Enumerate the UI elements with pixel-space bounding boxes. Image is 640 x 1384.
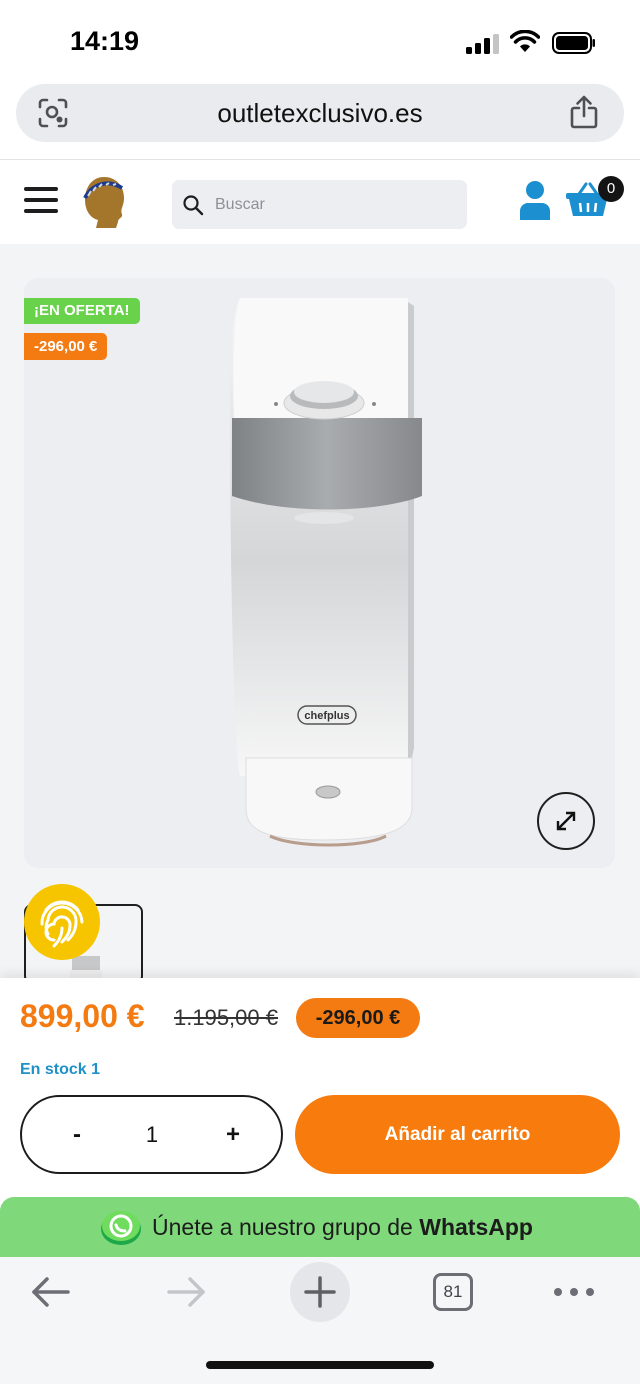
visual-lookup-icon[interactable] <box>38 98 68 128</box>
search-input[interactable]: Buscar <box>215 180 265 229</box>
wifi-icon <box>510 30 540 52</box>
cellular-signal-icon <box>466 34 499 54</box>
discount-badge: -296,00 € <box>24 333 108 360</box>
cart-count-badge: 0 <box>598 176 624 202</box>
more-options-icon[interactable] <box>554 1288 594 1296</box>
whatsapp-banner[interactable]: Únete a nuestro grupo de WhatsApp <box>0 1197 640 1257</box>
menu-icon[interactable] <box>24 187 58 215</box>
whatsapp-text[interactable]: Únete a nuestro grupo de WhatsApp <box>152 1197 533 1257</box>
whatsapp-logo-icon <box>101 1211 141 1245</box>
on-sale-badge: ¡EN OFERTA! <box>24 298 140 324</box>
decrease-quantity-button[interactable]: - <box>62 1097 92 1172</box>
fingerprint-icon <box>40 900 84 948</box>
brand-mark: chefplus <box>304 710 349 722</box>
original-price: 1.195,00 € <box>174 1005 278 1030</box>
status-time: 14:19 <box>70 26 140 56</box>
battery-icon <box>552 32 595 54</box>
fingerprint-widget[interactable] <box>24 884 100 960</box>
search-box[interactable]: Buscar <box>172 180 467 229</box>
add-to-cart-button[interactable]: Añadir al carrito <box>295 1095 620 1174</box>
home-indicator <box>206 1361 434 1369</box>
url-text[interactable]: outletexclusivo.es <box>16 84 624 142</box>
site-logo[interactable] <box>80 174 130 230</box>
address-bar[interactable]: outletexclusivo.es <box>16 84 624 142</box>
water-dispenser-image: chefplus <box>230 298 422 847</box>
user-account-icon[interactable] <box>518 180 552 220</box>
expand-icon <box>556 811 576 831</box>
sale-price: 899,00 € <box>20 998 145 1034</box>
plus-icon <box>304 1276 336 1308</box>
forward-arrow-icon[interactable] <box>165 1274 207 1310</box>
zoom-button[interactable] <box>537 792 595 850</box>
discount-pill: -296,00 € <box>296 998 420 1038</box>
quantity-input[interactable]: 1 <box>132 1097 172 1172</box>
stock-status: En stock 1 <box>20 1061 101 1078</box>
increase-quantity-button[interactable]: + <box>218 1097 248 1172</box>
back-arrow-icon[interactable] <box>30 1274 72 1310</box>
search-icon <box>183 195 204 216</box>
divider <box>0 159 640 160</box>
tabs-button[interactable]: 81 <box>433 1273 473 1311</box>
product-image[interactable]: chefplus <box>24 278 615 868</box>
share-icon[interactable] <box>569 95 599 129</box>
quantity-stepper[interactable]: - 1 + <box>20 1095 283 1174</box>
new-tab-button[interactable] <box>290 1262 350 1322</box>
